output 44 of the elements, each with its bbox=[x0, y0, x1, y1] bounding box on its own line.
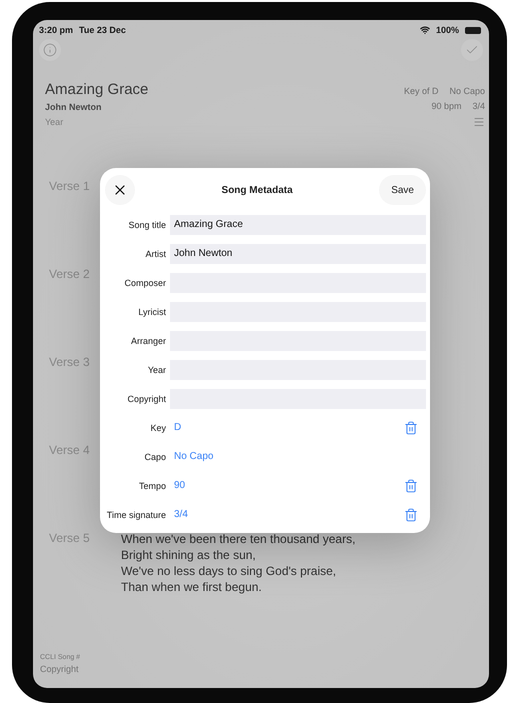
picker-value[interactable]: 3/4 bbox=[174, 509, 188, 520]
save-button[interactable]: Save bbox=[379, 175, 426, 205]
lyric-line: When we've been there ten thousand years, bbox=[121, 531, 356, 547]
field-label: Key bbox=[149, 422, 166, 432]
notes-icon[interactable] bbox=[473, 116, 485, 128]
song-title: Amazing Grace bbox=[45, 81, 148, 98]
field-label: Arranger bbox=[130, 336, 166, 346]
wifi-icon bbox=[420, 25, 430, 35]
field-label: Time signature bbox=[106, 510, 166, 520]
picker-value[interactable]: D bbox=[174, 422, 182, 433]
lyric-line: Than when we first begun. bbox=[121, 579, 263, 595]
status-date: Tue 23 Dec bbox=[79, 25, 126, 35]
close-button[interactable] bbox=[105, 175, 135, 205]
year-field[interactable]: Year bbox=[45, 117, 148, 127]
song-artist: John Newton bbox=[45, 102, 102, 112]
field-label: Capo bbox=[143, 452, 166, 462]
song-meta: 90 bpm bbox=[431, 101, 462, 111]
trash-icon[interactable] bbox=[404, 420, 418, 434]
song-meta: Key of D bbox=[404, 86, 438, 96]
field-label: Song title bbox=[127, 220, 166, 230]
trash-icon[interactable] bbox=[404, 478, 418, 492]
field-label: Tempo bbox=[138, 480, 166, 490]
text-field[interactable]: Amazing Grace bbox=[170, 214, 426, 234]
info-button[interactable] bbox=[39, 39, 61, 61]
field-label: Artist bbox=[144, 248, 166, 258]
song-meta: No Capo bbox=[449, 86, 485, 96]
dialog-title: Song Metadata bbox=[222, 184, 293, 196]
picker-value[interactable]: No Capo bbox=[174, 451, 214, 462]
done-button[interactable] bbox=[461, 39, 483, 61]
lyric-line: Bright shining as the sun, bbox=[121, 547, 257, 563]
trash-icon[interactable] bbox=[404, 508, 418, 522]
field-label: Year bbox=[146, 364, 166, 374]
field-label: Lyricist bbox=[137, 306, 166, 316]
lyric-line: We've no less days to sing God's praise, bbox=[121, 563, 338, 579]
song-meta: 3/4 bbox=[472, 101, 485, 111]
field-label: Copyright bbox=[126, 394, 166, 404]
field-label: Composer bbox=[123, 278, 166, 288]
picker-value[interactable]: 90 bbox=[174, 480, 186, 491]
battery-level: 100% bbox=[436, 25, 459, 35]
text-field[interactable]: John Newton bbox=[170, 244, 426, 264]
battery-icon bbox=[465, 26, 481, 34]
info-icon bbox=[43, 43, 57, 57]
status-time: 3:20 pm bbox=[39, 25, 74, 35]
copyright-label: Copyright bbox=[40, 664, 80, 674]
